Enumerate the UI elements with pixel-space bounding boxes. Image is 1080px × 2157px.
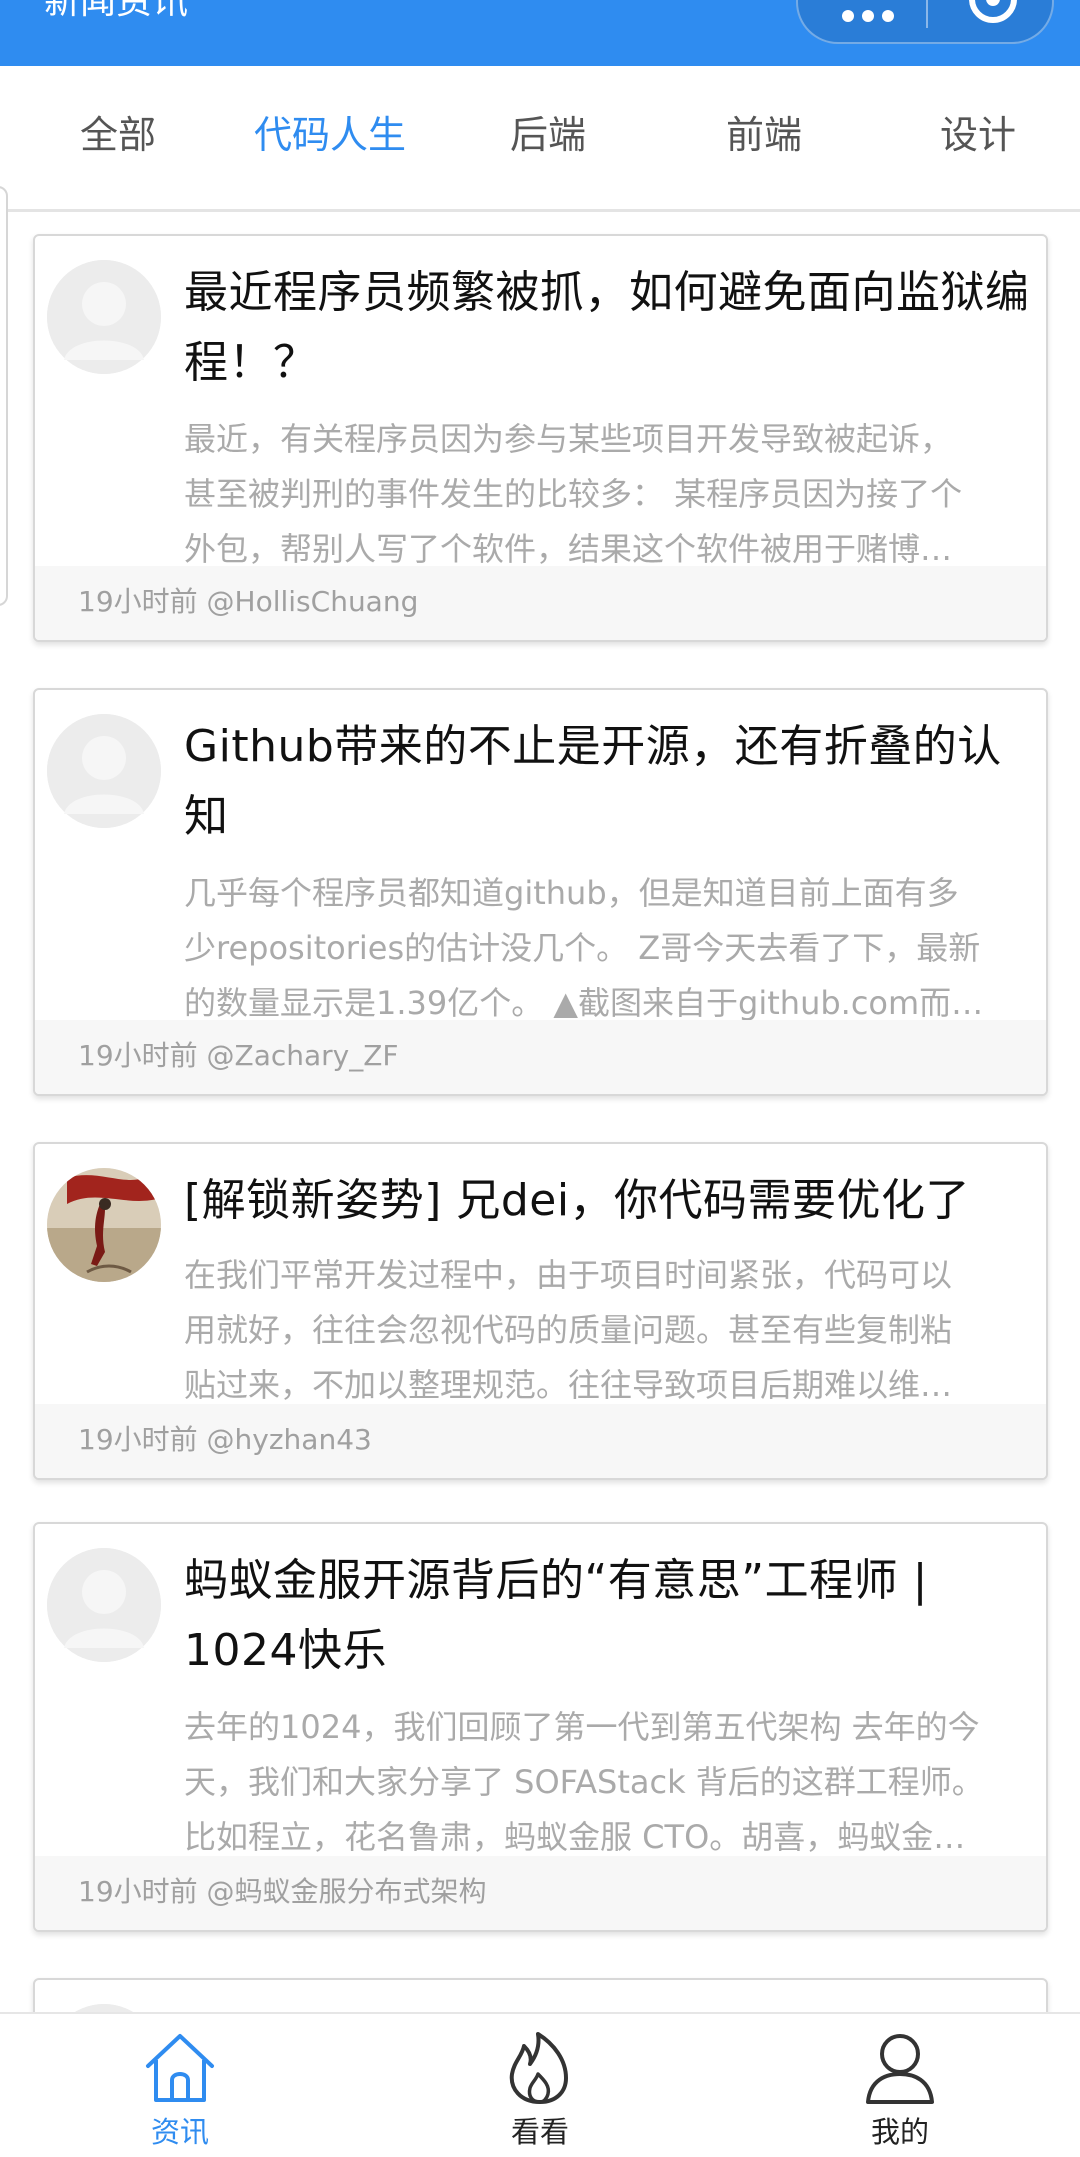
article-summary: 去年的1024，我们回顾了第一代到第五代架构 去年的今 天，我们和大家分享了 S… [184,1708,984,1856]
avatar [47,1168,161,1282]
nav-item-me[interactable]: 我的 [810,2026,990,2156]
default-avatar-icon [47,714,161,828]
nav-label-watch: 看看 [510,2115,569,2149]
avatar [47,714,161,828]
nav-item-watch[interactable]: 看看 [450,2026,630,2156]
tab-backend[interactable]: 后端 [510,110,586,160]
photo-avatar-icon [47,1168,161,1282]
article-card[interactable]: Github带来的不止是开源，还有折叠的认知 几乎每个程序员都知道github，… [33,688,1048,1096]
capsule-divider [926,0,928,28]
category-tabs: 全部 代码人生 后端 前端 设计 [0,66,1080,212]
mini-program-capsule [796,0,1054,44]
tab-design[interactable]: 设计 [940,110,1016,160]
person-icon [866,2034,934,2104]
article-summary: 最近，有关程序员因为参与某些项目开发导致被起诉， 甚至被判刑的事件发生的比较多：… [184,420,963,568]
article-footer: 19小时前 @HollisChuang [35,566,1046,640]
home-icon [146,2034,214,2102]
article-meta: 19小时前 @蚂蚁金服分布式架构 [78,1875,487,1908]
article-summary: 在我们平常开发过程中，由于项目时间紧张，代码可以 用就好，往往会忽视代码的质量问… [184,1256,953,1404]
tab-code-life[interactable]: 代码人生 [254,110,406,160]
nav-item-news[interactable]: 资讯 [90,2026,270,2156]
article-card[interactable]: 最近程序员频繁被抓，如何避免面向监狱编程！？ 最近，有关程序员因为参与某些项目开… [33,234,1048,642]
tab-all[interactable]: 全部 [80,110,156,160]
header-bar: 新闻资讯 [0,0,1080,66]
side-drawer-handle[interactable] [0,186,8,606]
article-card[interactable]: 蚂蚁金服开源背后的“有意思”工程师 | 1024快乐 去年的1024，我们回顾了… [33,1522,1048,1932]
article-footer: 19小时前 @Zachary_ZF [35,1020,1046,1094]
more-icon[interactable] [842,6,898,26]
default-avatar-icon [47,1548,161,1662]
article-meta: 19小时前 @hyzhan43 [78,1423,372,1456]
article-title: Github带来的不止是开源，还有折叠的认知 [184,721,1002,842]
article-footer: 19小时前 @hyzhan43 [35,1404,1046,1478]
page-title: 新闻资讯 [44,0,189,22]
article-summary: 几乎每个程序员都知道github，但是知道目前上面有多 少repositorie… [184,874,984,1022]
article-footer: 19小时前 @蚂蚁金服分布式架构 [35,1856,1046,1930]
bottom-tab-bar: 资讯 看看 我的 [0,2012,1080,2157]
article-title: 蚂蚁金服开源背后的“有意思”工程师 | 1024快乐 [184,1555,928,1676]
tab-frontend[interactable]: 前端 [726,110,802,160]
avatar [47,1548,161,1662]
nav-label-news: 资讯 [150,2115,209,2149]
article-meta: 19小时前 @HollisChuang [78,585,419,618]
article-meta: 19小时前 @Zachary_ZF [78,1039,399,1072]
article-title: [解锁新姿势] 兄dei，你代码需要优化了 [184,1175,971,1226]
article-card[interactable]: [解锁新姿势] 兄dei，你代码需要优化了 在我们平常开发过程中，由于项目时间紧… [33,1142,1048,1480]
close-target-icon[interactable] [966,0,1020,26]
default-avatar-icon [47,260,161,374]
article-title: 最近程序员频繁被抓，如何避免面向监狱编程！？ [184,267,1030,388]
flame-icon [509,2032,568,2104]
nav-label-me: 我的 [870,2115,929,2149]
avatar [47,260,161,374]
